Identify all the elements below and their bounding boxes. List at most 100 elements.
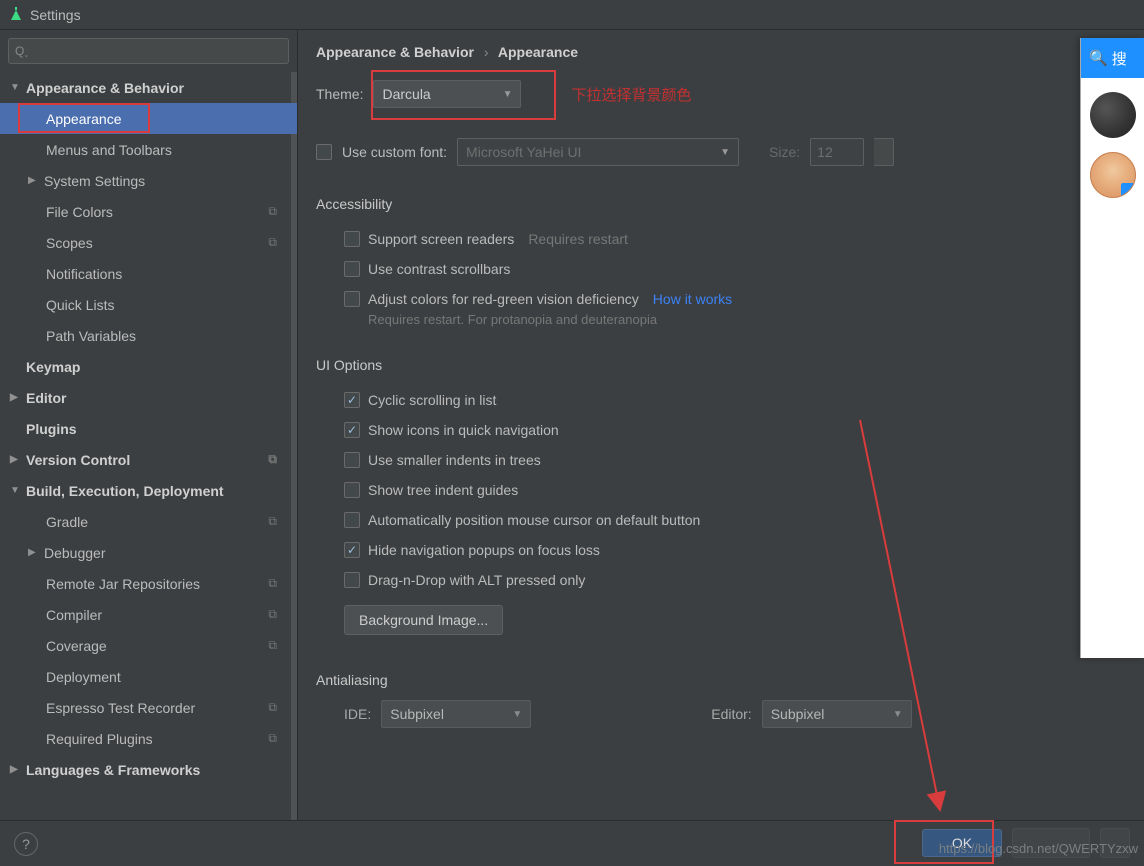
size-label: Size: (769, 144, 800, 160)
tree-item-required-plugins[interactable]: Required Plugins ⧉ (0, 723, 297, 754)
editor-aa-select[interactable]: Subpixel ▼ (762, 700, 912, 728)
tree-item-label: Coverage (46, 638, 107, 654)
copy-icon: ⧉ (268, 731, 277, 746)
annotation-note: 下拉选择背景颜色 (571, 84, 691, 105)
tree-item-label: Appearance & Behavior (26, 80, 184, 96)
tree-item-system-settings[interactable]: ▶System Settings (0, 165, 297, 196)
settings-sidebar: Q˯ ▼Appearance & Behavior Appearance Menus… (0, 30, 298, 820)
editor-aa-label: Editor: (711, 706, 751, 722)
tree-item-plugins[interactable]: Plugins (0, 413, 297, 444)
smaller-indents-checkbox[interactable] (344, 452, 360, 468)
quick-nav-icons-checkbox[interactable] (344, 422, 360, 438)
copy-icon: ⧉ (268, 607, 277, 622)
tree-item-editor[interactable]: ▶Editor (0, 382, 297, 413)
tree-item-label: File Colors (46, 204, 113, 220)
tree-item-label: Gradle (46, 514, 88, 530)
tree-item-label: Appearance (46, 111, 122, 127)
tree-item-label: Debugger (44, 545, 106, 561)
tree-item-languages-frameworks[interactable]: ▶Languages & Frameworks (0, 754, 297, 785)
how-it-works-link[interactable]: How it works (653, 291, 732, 307)
tree-item-label: Version Control (26, 452, 130, 468)
help-button[interactable]: ? (14, 832, 38, 856)
hide-popups-checkbox[interactable] (344, 542, 360, 558)
auto-cursor-checkbox[interactable] (344, 512, 360, 528)
tree-item-appearance-behavior[interactable]: ▼Appearance & Behavior (0, 72, 297, 103)
screen-readers-checkbox[interactable] (344, 231, 360, 247)
accessibility-title: Accessibility (316, 196, 1126, 212)
theme-label: Theme: (316, 86, 363, 102)
tree-item-deployment[interactable]: Deployment (0, 661, 297, 692)
tree-item-debugger[interactable]: ▶Debugger (0, 537, 297, 568)
chevron-down-icon: ▼ (720, 147, 730, 158)
tree-item-scopes[interactable]: Scopes ⧉ (0, 227, 297, 258)
contrast-scrollbars-checkbox[interactable] (344, 261, 360, 277)
ide-aa-value: Subpixel (390, 706, 444, 722)
tree-item-label: Scopes (46, 235, 93, 251)
breadcrumb: Appearance & Behavior › Appearance (316, 44, 1126, 60)
tree-item-label: Remote Jar Repositories (46, 576, 200, 592)
auto-cursor-label: Automatically position mouse cursor on d… (368, 512, 700, 528)
theme-select[interactable]: Darcula ▼ (373, 80, 521, 108)
font-size-stepper[interactable] (874, 138, 894, 166)
chevron-down-icon: ▼ (893, 709, 903, 720)
use-custom-font-checkbox[interactable] (316, 144, 332, 160)
tree-guides-label: Show tree indent guides (368, 482, 518, 498)
tree-item-file-colors[interactable]: File Colors ⧉ (0, 196, 297, 227)
breadcrumb-root: Appearance & Behavior (316, 44, 474, 60)
tree-guides-checkbox[interactable] (344, 482, 360, 498)
quick-nav-icons-label: Show icons in quick navigation (368, 422, 559, 438)
antialiasing-title: Antialiasing (316, 672, 1126, 688)
settings-content: Appearance & Behavior › Appearance Theme… (298, 30, 1144, 820)
status-badge (1121, 183, 1135, 197)
tree-item-label: Required Plugins (46, 731, 153, 747)
panel-search-label: 搜 (1112, 48, 1127, 69)
tree-item-keymap[interactable]: Keymap (0, 351, 297, 382)
cyclic-checkbox[interactable] (344, 392, 360, 408)
tree-item-quick-lists[interactable]: Quick Lists (0, 289, 297, 320)
settings-tree[interactable]: ▼Appearance & Behavior Appearance Menus an… (0, 72, 297, 820)
ide-aa-select[interactable]: Subpixel ▼ (381, 700, 531, 728)
ide-aa-label: IDE: (344, 706, 371, 722)
tree-item-compiler[interactable]: Compiler⧉ (0, 599, 297, 630)
font-select[interactable]: Microsoft YaHei UI ▼ (457, 138, 739, 166)
search-input[interactable]: Q˯ (8, 38, 289, 64)
adjust-colors-checkbox[interactable] (344, 291, 360, 307)
tree-item-label: Path Variables (46, 328, 136, 344)
tree-item-label: Notifications (46, 266, 122, 282)
tree-item-label: Menus and Toolbars (46, 142, 172, 158)
copy-icon: ⧉ (268, 235, 277, 250)
dnd-alt-checkbox[interactable] (344, 572, 360, 588)
android-studio-icon (8, 7, 24, 23)
tree-item-coverage[interactable]: Coverage⧉ (0, 630, 297, 661)
tree-item-gradle[interactable]: Gradle⧉ (0, 506, 297, 537)
tree-item-appearance[interactable]: Appearance (0, 103, 297, 134)
tree-item-menus-and-toolbars[interactable]: Menus and Toolbars (0, 134, 297, 165)
tree-item-label: Deployment (46, 669, 121, 685)
tree-item-version-control[interactable]: ▶ Version Control ⧉ (0, 444, 297, 475)
tree-item-path-variables[interactable]: Path Variables (0, 320, 297, 351)
avatar[interactable] (1090, 152, 1136, 198)
avatar[interactable] (1090, 92, 1136, 138)
tree-item-build-execution-deployment[interactable]: ▼Build, Execution, Deployment (0, 475, 297, 506)
tree-item-remote-jar-repositories[interactable]: Remote Jar Repositories ⧉ (0, 568, 297, 599)
copy-icon: ⧉ (268, 452, 277, 467)
copy-icon: ⧉ (268, 204, 277, 219)
chevron-icon: ▶ (28, 175, 38, 186)
panel-search-header[interactable]: 🔍 搜 (1081, 38, 1144, 78)
font-size-input[interactable]: 12 (810, 138, 864, 166)
chevron-icon: ▶ (10, 454, 20, 465)
tree-item-espresso-test-recorder[interactable]: Espresso Test Recorder⧉ (0, 692, 297, 723)
search-icon: Q˯ (15, 44, 28, 58)
dnd-alt-label: Drag-n-Drop with ALT pressed only (368, 572, 585, 588)
window-title: Settings (30, 7, 81, 23)
font-size-value: 12 (817, 144, 833, 160)
tree-item-label: Quick Lists (46, 297, 114, 313)
editor-aa-value: Subpixel (771, 706, 825, 722)
copy-icon: ⧉ (268, 576, 277, 591)
background-image-button[interactable]: Background Image... (344, 605, 503, 635)
tree-item-label: Build, Execution, Deployment (26, 483, 224, 499)
screen-readers-label: Support screen readers (368, 231, 514, 247)
contrast-label: Use contrast scrollbars (368, 261, 510, 277)
tree-item-notifications[interactable]: Notifications (0, 258, 297, 289)
tree-item-label: Espresso Test Recorder (46, 700, 195, 716)
